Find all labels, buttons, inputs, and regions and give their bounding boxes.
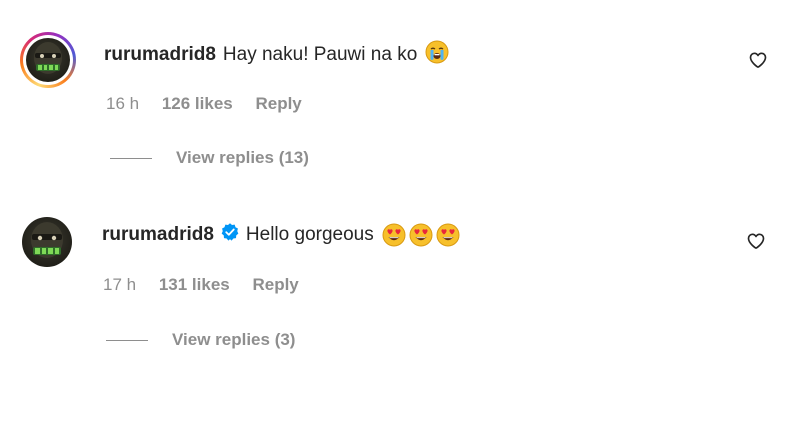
heart-eyes-face-icon	[382, 223, 460, 247]
comment-item: rurumadrid8 Hello gorgeous 17 h 131 like…	[0, 190, 800, 390]
heart-outline-icon[interactable]	[748, 50, 768, 75]
comment-item: rurumadrid8 Hay naku! Pauwi na ko 16 h 1…	[0, 0, 800, 190]
view-replies-button[interactable]: View replies (13)	[110, 148, 309, 168]
divider-line	[106, 339, 148, 341]
verified-badge-icon	[220, 222, 240, 247]
view-replies-label: View replies (13)	[176, 148, 309, 167]
comment-text: Hay naku! Pauwi na ko	[222, 43, 418, 65]
divider-line	[110, 157, 152, 159]
reply-button[interactable]: Reply	[252, 275, 298, 294]
comment-likes[interactable]: 131 likes	[159, 275, 230, 294]
avatar-image	[34, 42, 62, 74]
avatar[interactable]	[22, 217, 72, 267]
comment-timestamp: 16 h	[106, 94, 140, 113]
avatar	[26, 38, 70, 82]
comment-username[interactable]: rurumadrid8	[102, 224, 214, 246]
comment-timestamp: 17 h	[103, 275, 137, 294]
heart-outline-icon[interactable]	[746, 231, 766, 256]
avatar-image	[31, 222, 63, 258]
reply-button[interactable]: Reply	[255, 94, 301, 113]
view-replies-button[interactable]: View replies (3)	[106, 330, 295, 350]
loudly-crying-face-icon	[425, 40, 449, 69]
view-replies-label: View replies (3)	[172, 330, 296, 349]
comment-likes[interactable]: 126 likes	[162, 94, 233, 113]
avatar-story-ring[interactable]	[20, 32, 76, 88]
comment-text: Hello gorgeous	[245, 223, 374, 245]
comment-username[interactable]: rurumadrid8	[104, 44, 216, 66]
